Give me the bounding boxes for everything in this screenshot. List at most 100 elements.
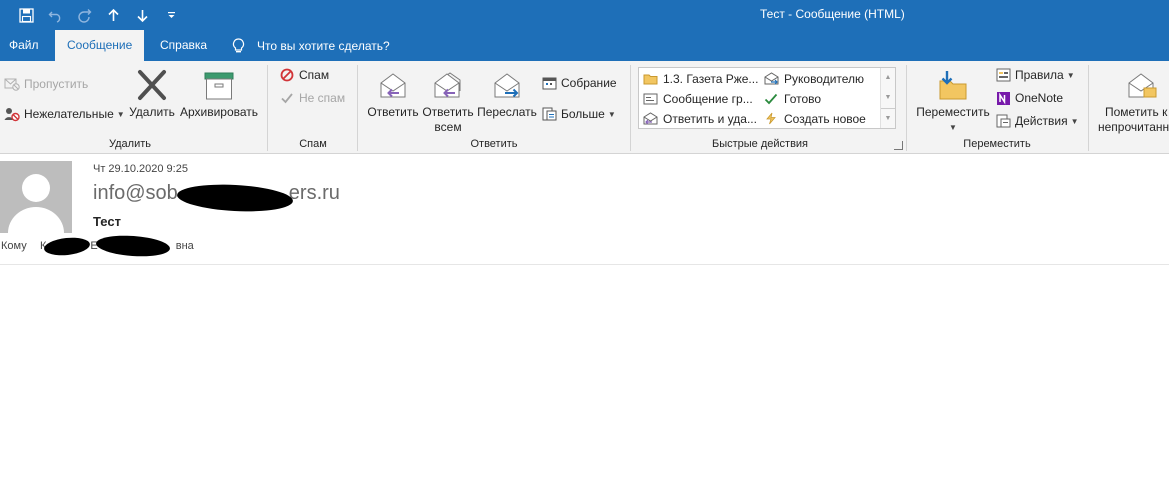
group-separator xyxy=(1088,65,1089,151)
delete-button[interactable]: Удалить xyxy=(127,63,177,120)
not-spam-button[interactable]: Не спам xyxy=(279,88,345,108)
group-separator xyxy=(630,65,631,151)
save-icon[interactable] xyxy=(12,0,41,30)
actions-label: Действия xyxy=(1015,114,1068,128)
dialog-launcher-icon[interactable] xyxy=(894,141,903,150)
quick-step-item[interactable]: Ответить и уда... xyxy=(642,109,757,128)
reply-all-label-line2: всем xyxy=(434,120,462,134)
reply-label: Ответить xyxy=(367,105,419,119)
reply-all-icon xyxy=(420,63,476,101)
window-title: Тест - Сообщение (HTML) xyxy=(760,7,905,21)
gallery-scrollbar[interactable]: ▲ ▼ ▼ xyxy=(880,68,895,128)
arrow-up-icon[interactable] xyxy=(99,0,128,30)
lightbulb-icon xyxy=(232,37,245,52)
message-date: Чт 29.10.2020 9:25 xyxy=(93,163,188,175)
mark-unread-label-line1: Пометить к xyxy=(1105,105,1168,119)
person-icon xyxy=(8,174,64,233)
chevron-down-icon: ▼ xyxy=(116,109,125,119)
junk-label: Нежелательные xyxy=(24,107,114,121)
tab-message[interactable]: Сообщение xyxy=(55,30,145,61)
avatar xyxy=(0,161,72,233)
onenote-button[interactable]: OneNote xyxy=(995,88,1063,108)
archive-label: Архивировать xyxy=(179,105,259,119)
quick-step-label: Руководителю xyxy=(784,71,865,86)
reply-all-label-line1: Ответить xyxy=(422,105,474,119)
redaction-mark xyxy=(95,233,171,259)
delete-label: Удалить xyxy=(129,105,175,119)
quick-step-label: 1.3. Газета Рже... xyxy=(663,71,759,86)
spam-button[interactable]: Спам xyxy=(279,65,329,85)
message-subject: Тест xyxy=(93,214,121,229)
forward-mail-icon xyxy=(763,72,779,86)
meeting-label: Собрание xyxy=(561,76,617,90)
onenote-label: OneNote xyxy=(1015,91,1064,105)
header-divider xyxy=(0,264,1169,265)
not-spam-label: Не спам xyxy=(299,91,346,105)
scroll-up-icon[interactable]: ▲ xyxy=(881,68,895,88)
onenote-icon xyxy=(995,90,1011,106)
chevron-down-icon: ▼ xyxy=(1070,116,1079,126)
arrow-down-icon[interactable] xyxy=(128,0,157,30)
recipient-name-end: вна xyxy=(175,240,194,252)
quick-step-item[interactable]: Готово xyxy=(763,89,821,108)
gallery-expand-icon[interactable]: ▼ xyxy=(881,108,895,128)
undo-icon[interactable] xyxy=(41,0,70,30)
move-folder-icon xyxy=(913,63,993,101)
junk-icon xyxy=(4,106,20,122)
reply-delete-icon xyxy=(642,112,658,126)
quick-step-item[interactable]: Руководителю xyxy=(763,69,864,88)
quick-step-label: Готово xyxy=(784,91,822,106)
mark-unread-button[interactable]: Пометить к непрочитанн xyxy=(1098,63,1169,135)
more-icon xyxy=(541,106,557,122)
to-label: Кому xyxy=(1,240,27,252)
sender-address-end: ers.ru xyxy=(288,182,340,204)
title-bar: Тест - Сообщение (HTML) xyxy=(0,0,1169,30)
move-label: Переместить xyxy=(916,105,990,119)
quick-step-label: Ответить и уда... xyxy=(663,111,757,126)
more-label: Больше xyxy=(561,107,605,121)
folder-icon xyxy=(642,72,658,86)
forward-label: Переслать xyxy=(477,105,537,119)
quick-step-label: Создать новое xyxy=(784,111,866,126)
tab-help[interactable]: Справка xyxy=(160,30,207,61)
ribbon: Пропустить Нежелательные ▼ Удалить Архиви… xyxy=(0,61,1169,154)
redo-icon[interactable] xyxy=(70,0,99,30)
move-button[interactable]: Переместить ▼ xyxy=(913,63,993,135)
ignore-button[interactable]: Пропустить xyxy=(4,74,88,94)
rules-button[interactable]: Правила ▼ xyxy=(995,65,1075,85)
quick-steps-gallery: 1.3. Газета Рже... Руководителю Сообщени… xyxy=(638,67,896,129)
chevron-down-icon: ▼ xyxy=(1066,70,1075,80)
rules-icon xyxy=(995,67,1011,83)
delete-x-icon xyxy=(127,63,177,101)
calendar-icon xyxy=(541,75,557,91)
quick-step-item[interactable]: Сообщение гр... xyxy=(642,89,753,108)
scroll-down-icon[interactable]: ▼ xyxy=(881,88,895,108)
group-separator xyxy=(357,65,358,151)
quick-step-item[interactable]: Создать новое xyxy=(763,109,866,128)
rules-label: Правила xyxy=(1015,68,1064,82)
spam-group-label: Спам xyxy=(299,138,327,150)
forward-icon xyxy=(476,63,538,101)
chevron-down-icon: ▼ xyxy=(607,109,616,119)
tab-file[interactable]: Файл xyxy=(9,30,39,61)
sender-address-start: info@sob xyxy=(93,182,178,204)
quick-step-label: Сообщение гр... xyxy=(663,91,753,106)
spam-label: Спам xyxy=(299,68,330,82)
more-respond-button[interactable]: Больше ▼ xyxy=(541,104,616,124)
junk-button[interactable]: Нежелательные ▼ xyxy=(4,104,125,124)
reply-icon xyxy=(366,63,420,101)
respond-group-label: Ответить xyxy=(470,138,518,150)
delete-group-label: Удалить xyxy=(109,138,151,150)
forward-button[interactable]: Переслать xyxy=(476,63,538,120)
tell-me-box[interactable]: Что вы хотите сделать? xyxy=(232,30,390,61)
actions-button[interactable]: Действия ▼ xyxy=(995,111,1079,131)
unread-mail-icon xyxy=(1098,63,1169,101)
quick-step-item[interactable]: 1.3. Газета Рже... xyxy=(642,69,758,88)
customize-icon[interactable] xyxy=(157,0,186,30)
meeting-button[interactable]: Собрание xyxy=(541,73,617,93)
group-separator xyxy=(267,65,268,151)
reply-all-button[interactable]: Ответить всем xyxy=(420,63,476,135)
reply-button[interactable]: Ответить xyxy=(366,63,420,120)
archive-button[interactable]: Архивировать xyxy=(179,63,259,120)
check-icon xyxy=(763,92,779,106)
